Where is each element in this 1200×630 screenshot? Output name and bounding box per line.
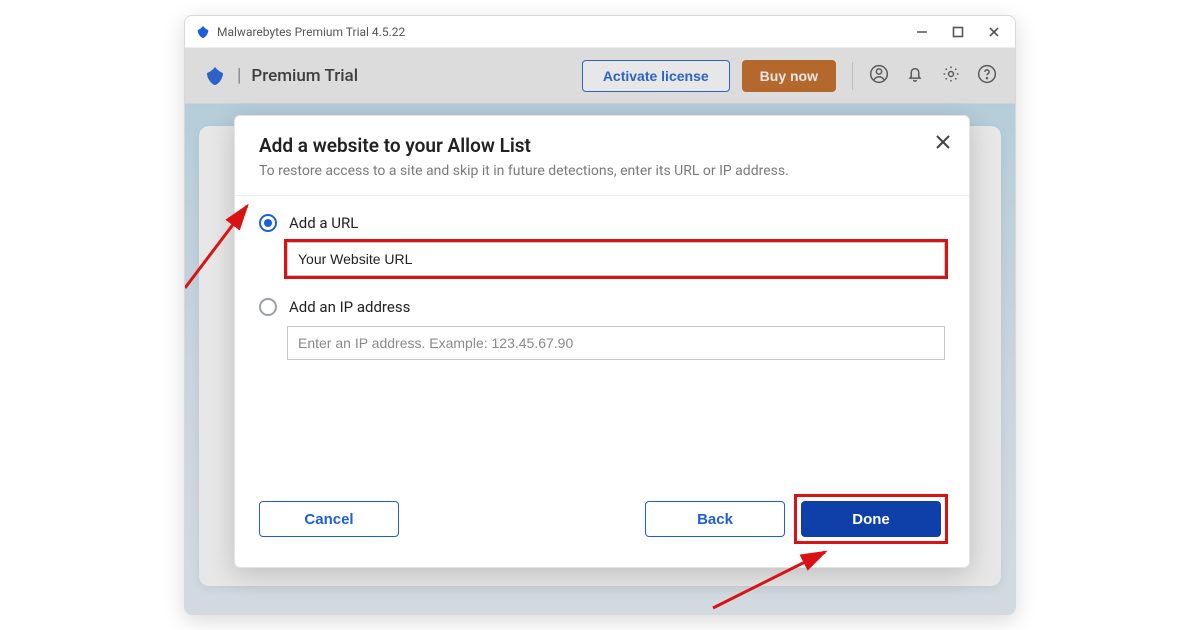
app-window: Malwarebytes Premium Trial 4.5.22 | Prem… — [184, 15, 1016, 615]
titlebar: Malwarebytes Premium Trial 4.5.22 — [185, 16, 1015, 48]
radio-ip-icon[interactable] — [259, 298, 277, 316]
add-url-radio-row[interactable]: Add a URL — [259, 214, 945, 232]
url-input[interactable] — [287, 242, 945, 276]
modal-title: Add a website to your Allow List — [259, 134, 945, 157]
allow-list-modal: Add a website to your Allow List To rest… — [234, 115, 970, 568]
radio-ip-label: Add an IP address — [289, 298, 410, 316]
radio-url-label: Add a URL — [289, 214, 358, 232]
ip-input[interactable] — [287, 326, 945, 360]
window-title: Malwarebytes Premium Trial 4.5.22 — [217, 25, 915, 39]
done-highlight: Done — [797, 497, 945, 541]
close-icon[interactable] — [935, 134, 951, 154]
window-controls — [915, 25, 1005, 39]
maximize-icon[interactable] — [951, 25, 965, 39]
radio-url-icon[interactable] — [259, 214, 277, 232]
back-button[interactable]: Back — [645, 501, 785, 537]
done-button[interactable]: Done — [801, 501, 941, 537]
cancel-button[interactable]: Cancel — [259, 501, 399, 537]
add-ip-radio-row[interactable]: Add an IP address — [259, 298, 945, 316]
app-logo-icon — [195, 24, 211, 40]
close-window-icon[interactable] — [987, 25, 1001, 39]
minimize-icon[interactable] — [915, 25, 929, 39]
modal-subtitle: To restore access to a site and skip it … — [259, 163, 945, 179]
